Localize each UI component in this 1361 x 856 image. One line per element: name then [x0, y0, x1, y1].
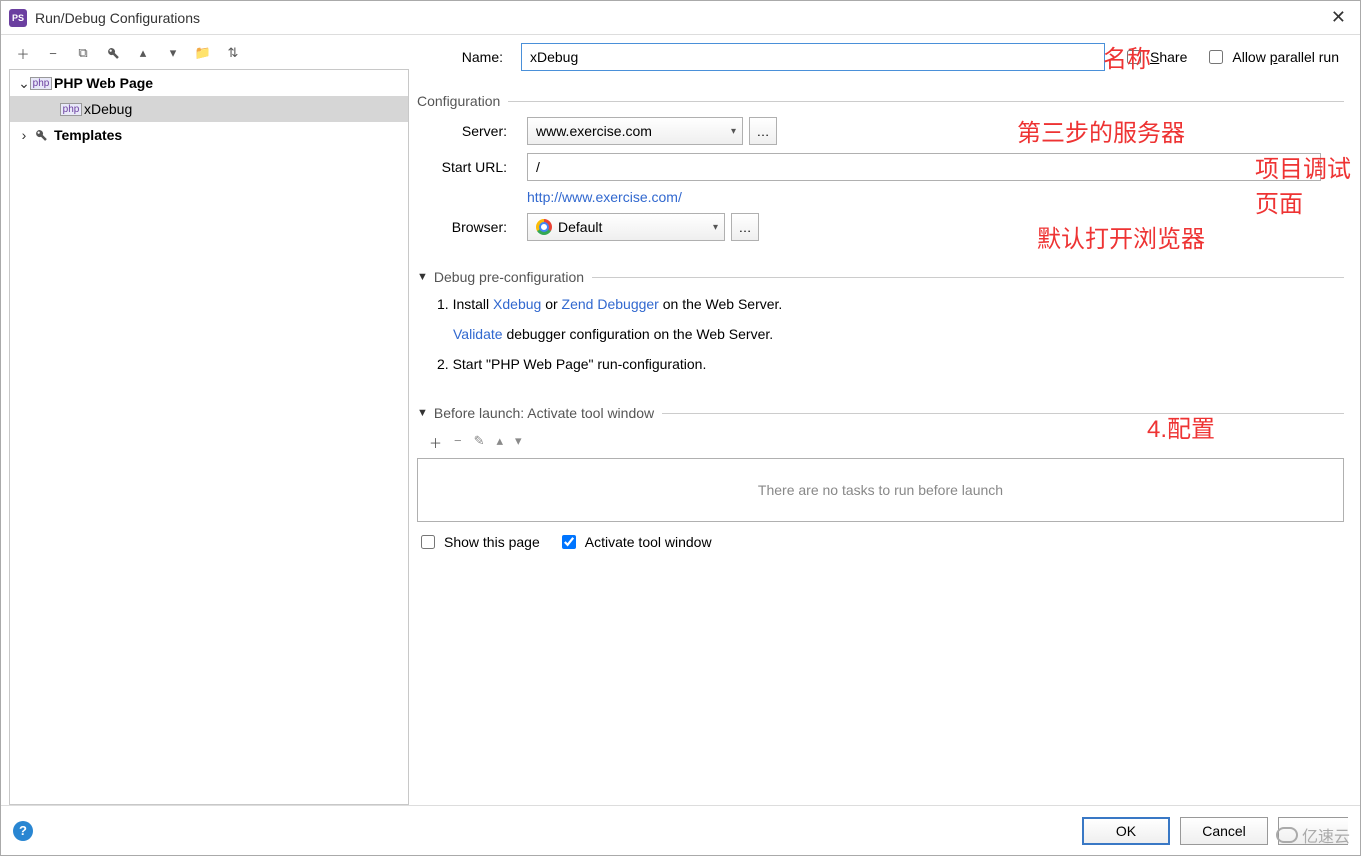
starturl-input[interactable]	[527, 153, 1321, 181]
wrench-icon	[32, 127, 50, 143]
server-value: www.exercise.com	[536, 123, 652, 139]
sidebar: ＋ − ⧉ ▴ ▾ 📁 ⇅ ⌄ php PHP Web Page php xDe…	[9, 41, 409, 805]
wrench-icon[interactable]	[105, 45, 121, 61]
validate-link[interactable]: Validate	[453, 326, 503, 342]
server-label: Server:	[417, 123, 527, 139]
expand-icon[interactable]: ›	[16, 127, 32, 143]
name-label: Name:	[417, 49, 521, 65]
xdebug-link[interactable]: Xdebug	[493, 296, 541, 312]
full-url-link[interactable]: http://www.exercise.com/	[527, 189, 682, 205]
remove-task-icon[interactable]: −	[454, 433, 462, 452]
sidebar-toolbar: ＋ − ⧉ ▴ ▾ 📁 ⇅	[9, 41, 409, 69]
divider	[508, 101, 1344, 102]
annotation-config: 4.配置	[1147, 409, 1215, 444]
annotation-name: 名称	[1103, 39, 1151, 74]
allow-parallel-checkbox[interactable]: Allow parallel run	[1205, 47, 1339, 67]
tree-group-templates[interactable]: › Templates	[10, 122, 408, 148]
browser-browse-button[interactable]: …	[731, 213, 759, 241]
debug-preconfig-list: 1. Install Xdebug or Zend Debugger on th…	[437, 289, 1344, 379]
activate-tool-window-checkbox[interactable]: Activate tool window	[558, 532, 712, 552]
add-icon[interactable]: ＋	[15, 45, 31, 61]
collapse-icon[interactable]: ▼	[417, 407, 428, 419]
annotation-browser: 默认打开浏览器	[1037, 219, 1205, 254]
app-icon: PS	[9, 9, 27, 27]
dialog-window: PS Run/Debug Configurations ✕ ＋ − ⧉ ▴ ▾ …	[0, 0, 1361, 856]
copy-icon[interactable]: ⧉	[75, 45, 91, 61]
main-panel: Name: 名称 Share Allow parallel run Config…	[417, 41, 1352, 805]
php-icon: php	[32, 75, 50, 91]
name-input[interactable]	[521, 43, 1105, 71]
browser-value: Default	[558, 219, 602, 235]
divider	[662, 413, 1344, 414]
window-title: Run/Debug Configurations	[35, 10, 200, 26]
watermark-icon	[1276, 827, 1298, 843]
debug-preconfig-title: Debug pre-configuration	[434, 269, 584, 285]
watermark: 亿速云	[1276, 823, 1350, 847]
tree-item-xdebug[interactable]: php xDebug	[10, 96, 408, 122]
move-down-icon[interactable]: ▾	[515, 433, 522, 452]
up-icon[interactable]: ▴	[135, 45, 151, 61]
edit-task-icon[interactable]: ✎	[474, 433, 485, 452]
chrome-icon	[536, 219, 552, 235]
sort-icon[interactable]: ⇅	[225, 45, 241, 61]
tree-group-label: PHP Web Page	[54, 75, 153, 91]
zend-debugger-link[interactable]: Zend Debugger	[562, 296, 659, 312]
server-browse-button[interactable]: …	[749, 117, 777, 145]
tree-group-label: Templates	[54, 127, 122, 143]
chevron-down-icon: ▾	[713, 222, 718, 233]
dialog-footer: ? OK Cancel	[1, 805, 1360, 855]
remove-icon[interactable]: −	[45, 45, 61, 61]
annotation-url: 项目调试页面	[1255, 149, 1352, 219]
folder-icon[interactable]: 📁	[195, 45, 211, 61]
starturl-label: Start URL:	[417, 159, 527, 175]
browser-label: Browser:	[417, 219, 527, 235]
server-select[interactable]: www.exercise.com ▾	[527, 117, 743, 145]
add-task-icon[interactable]: ＋	[429, 433, 442, 452]
move-up-icon[interactable]: ▴	[497, 433, 504, 452]
down-icon[interactable]: ▾	[165, 45, 181, 61]
tree-item-label: xDebug	[84, 101, 132, 117]
divider	[592, 277, 1344, 278]
tree-group-php-webpage[interactable]: ⌄ php PHP Web Page	[10, 70, 408, 96]
tasks-list-empty: There are no tasks to run before launch	[417, 458, 1344, 522]
close-icon[interactable]: ✕	[1325, 5, 1352, 30]
ok-button[interactable]: OK	[1082, 817, 1170, 845]
chevron-down-icon: ▾	[731, 126, 736, 137]
help-icon[interactable]: ?	[13, 821, 33, 841]
cancel-button[interactable]: Cancel	[1180, 817, 1268, 845]
show-this-page-checkbox[interactable]: Show this page	[417, 532, 540, 552]
config-tree: ⌄ php PHP Web Page php xDebug › Template…	[9, 69, 409, 805]
php-icon: php	[62, 101, 80, 117]
browser-select[interactable]: Default ▾	[527, 213, 725, 241]
configuration-section-label: Configuration	[417, 93, 500, 109]
dialog-body: ＋ − ⧉ ▴ ▾ 📁 ⇅ ⌄ php PHP Web Page php xDe…	[1, 35, 1360, 805]
before-launch-title: Before launch: Activate tool window	[434, 405, 654, 421]
titlebar: PS Run/Debug Configurations ✕	[1, 1, 1360, 35]
collapse-icon[interactable]: ▼	[417, 271, 428, 283]
annotation-server: 第三步的服务器	[1017, 113, 1185, 148]
debug-step2: 2. Start "PHP Web Page" run-configuratio…	[437, 349, 1344, 379]
